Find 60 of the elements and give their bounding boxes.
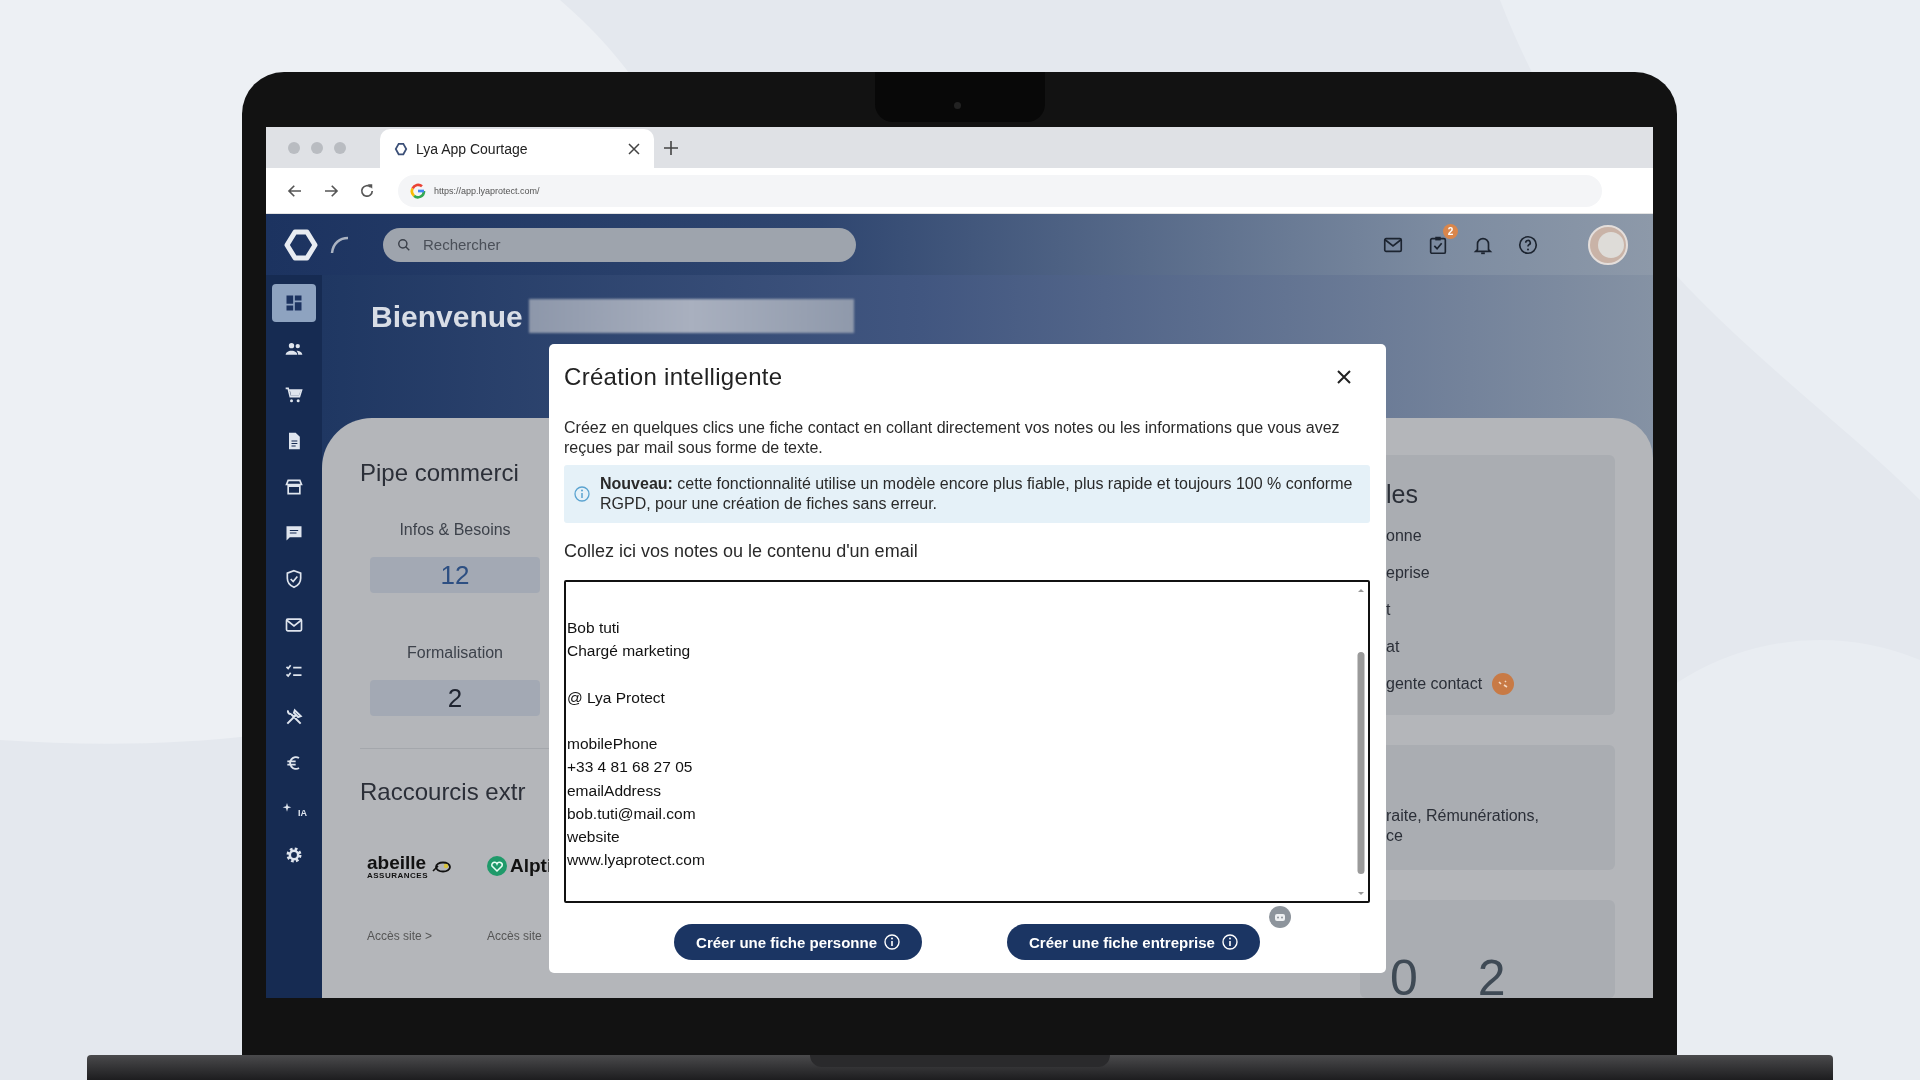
tools-icon [284,707,304,727]
cart-icon [284,385,304,405]
help-icon[interactable] [1517,233,1539,256]
settings-icon [284,845,304,865]
info-icon [574,486,590,502]
close-icon [1336,369,1352,385]
create-button[interactable]: Créer une fiche personne [674,924,922,960]
store-icon [284,477,304,497]
welcome-title: Bienvenue [371,299,523,335]
menu-link[interactable]: gente contact [1386,674,1483,693]
info-icon [884,934,900,950]
shield-check-icon [284,569,304,589]
camera-icon [954,102,961,109]
stage-label: Formalisation [406,643,504,663]
menu-link[interactable]: onne [1386,526,1422,545]
stat-value: 0 [1390,950,1418,998]
logo-icon [284,227,318,262]
stage-count: 12 [370,557,540,593]
field-label: Collez ici vos notes ou le contenu d'un email [564,540,919,563]
close-icon[interactable] [628,142,640,155]
sidebar-item[interactable] [272,284,316,322]
partner-logo-text: ASSURANCES [367,871,428,880]
dashboard-icon [284,293,304,313]
chat-icon [284,523,304,543]
notes-field[interactable]: Bob tuti Chargé marketing @ Lya Protect mobilePhone +33 4 81 68 27 05 emailAddress bob.tuti@mail.com website www.lyaprotect.com [564,580,1370,903]
reload-icon[interactable] [358,181,376,200]
mail-icon [284,615,304,635]
site-link[interactable]: Accès site > [367,929,447,943]
section-title: Pipe commerci [360,458,519,488]
card-title: les [1386,479,1419,509]
bee-icon [431,859,451,873]
logo-icon [410,182,426,199]
menu-link[interactable]: t [1386,600,1391,619]
address-bar[interactable]: https://app.lyaprotect.com/ [398,174,1602,207]
search-icon [397,237,411,252]
info-icon [1221,934,1238,950]
partner-logo-text: abeille [367,852,428,872]
card-text: raite, Rémunérations, ce [1386,806,1540,846]
stat-value: 2 [1477,950,1506,998]
sidebar-item[interactable]: IA [272,790,316,828]
dialog-title: Création intelligente [564,363,783,391]
menu-link[interactable]: at [1386,637,1400,656]
create-button[interactable]: Créer une fiche entreprise [1007,924,1260,960]
search-field[interactable]: Rechercher [383,227,856,262]
dialog-description: Créez en quelques clics une fiche contact en collant directement vos notes ou les informations que vous avez reçues par mail sous forme de texte. [564,418,1341,458]
stage-label: Infos & Besoins [398,520,512,540]
search-input[interactable]: Rechercher [421,235,825,254]
browser-tab[interactable]: Lya App Courtage [380,129,654,168]
section-title: Raccourcis extr [360,777,526,807]
tab-title: Lya App Courtage [416,140,529,157]
spinner-icon [330,234,350,255]
favicon-icon [394,141,408,156]
new-tab-icon[interactable] [664,140,678,155]
robot-icon[interactable] [1269,906,1291,928]
menu-link[interactable]: eprise [1386,563,1430,582]
stage-count: 2 [370,680,540,716]
close-button[interactable] [1336,369,1352,385]
info-text: Nouveau: cette fonctionnalité utilise un modèle encore plus fiable, plus rapide et toujours 100 % conforme RGPD, pour une création de fiches sans erreur. [600,474,1354,514]
count-badge: 2 [1443,223,1458,239]
url-text: https://app.lyaprotect.com/ [434,185,540,196]
